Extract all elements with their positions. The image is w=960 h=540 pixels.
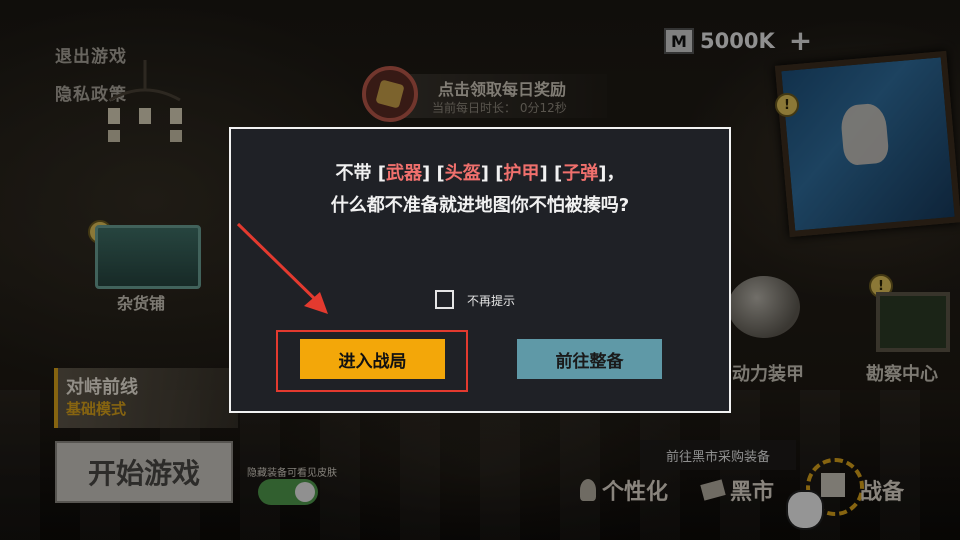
enter-battle-button[interactable]: 进入战局 (300, 339, 445, 379)
red-arrow-icon (236, 222, 328, 314)
dialog-message-line1: 不带 [武器] [头盔] [护甲] [子弹]， (335, 163, 625, 184)
item-helmet: 头盔 (444, 163, 481, 184)
item-weapon: 武器 (386, 163, 423, 184)
dont-show-again-checkbox[interactable] (435, 290, 454, 309)
go-prepare-button[interactable]: 前往整备 (517, 339, 662, 379)
dont-show-again-label[interactable]: 不再提示 (467, 292, 515, 309)
item-ammo: 子弹 (562, 163, 599, 184)
dialog-message-line2: 什么都不准备就进地图你不怕被揍吗? (330, 195, 630, 216)
item-armor: 护甲 (503, 163, 540, 184)
